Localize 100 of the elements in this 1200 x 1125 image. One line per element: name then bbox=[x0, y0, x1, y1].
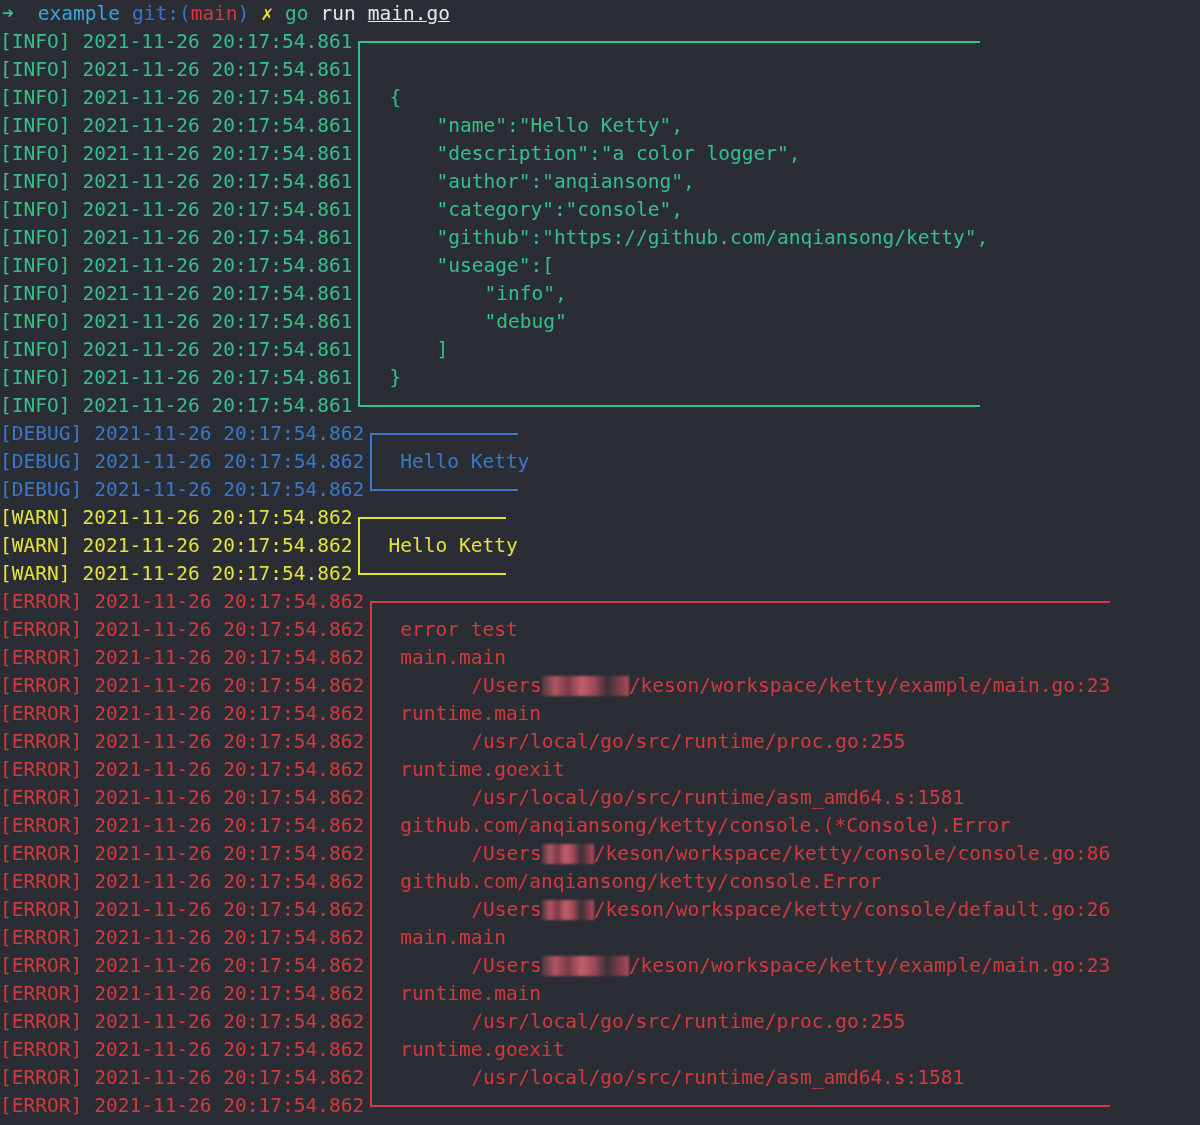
file-path: /Users bbox=[471, 673, 542, 699]
log-timestamp: 2021-11-26 20:17:54.862 bbox=[94, 953, 365, 979]
log-timestamp: 2021-11-26 20:17:54.862 bbox=[94, 785, 365, 811]
log-timestamp: 2021-11-26 20:17:54.862 bbox=[94, 757, 365, 783]
file-path: /Users bbox=[471, 953, 542, 979]
directory-name: example bbox=[37, 1, 120, 27]
file-path: /keson/workspace/ketty/console/console.go:86 bbox=[593, 841, 1111, 867]
log-message-line: Hello Ketty bbox=[388, 533, 518, 559]
command-argument: run bbox=[320, 1, 356, 27]
log-level-tag: [ERROR] bbox=[0, 812, 83, 840]
log-timestamp: 2021-11-26 20:17:54.862 bbox=[94, 925, 365, 951]
file-path: /keson/workspace/ketty/example/main.go:23 bbox=[628, 953, 1111, 979]
log-message-line: "name":"Hello Ketty", bbox=[436, 113, 684, 139]
log-timestamp: 2021-11-26 20:17:54.862 bbox=[94, 449, 365, 475]
log-level-tag: [INFO] bbox=[0, 392, 71, 420]
prompt-arrow: ➜ bbox=[2, 1, 14, 27]
log-level-tag: [INFO] bbox=[0, 56, 71, 84]
file-name: main.go bbox=[367, 1, 450, 27]
log-message-line: "debug" bbox=[484, 309, 567, 335]
log-level-tag: [WARN] bbox=[0, 504, 71, 532]
log-timestamp: 2021-11-26 20:17:54.861 bbox=[82, 281, 353, 307]
log-timestamp: 2021-11-26 20:17:54.861 bbox=[82, 113, 353, 139]
log-message-line: { bbox=[389, 85, 402, 111]
log-timestamp: 2021-11-26 20:17:54.862 bbox=[82, 505, 353, 531]
log-level-tag: [INFO] bbox=[0, 196, 71, 224]
log-timestamp: 2021-11-26 20:17:54.862 bbox=[94, 981, 365, 1007]
log-timestamp: 2021-11-26 20:17:54.861 bbox=[82, 29, 353, 55]
file-path: /usr/local/go/src/runtime/proc.go:255 bbox=[471, 729, 906, 755]
log-message-line: ] bbox=[436, 337, 449, 363]
log-timestamp: 2021-11-26 20:17:54.861 bbox=[82, 141, 353, 167]
log-level-tag: [ERROR] bbox=[0, 728, 83, 756]
log-timestamp: 2021-11-26 20:17:54.862 bbox=[82, 561, 353, 587]
log-timestamp: 2021-11-26 20:17:54.861 bbox=[82, 225, 353, 251]
log-timestamp: 2021-11-26 20:17:54.862 bbox=[94, 869, 365, 895]
log-level-tag: [ERROR] bbox=[0, 980, 83, 1008]
log-message-line: "info", bbox=[484, 281, 567, 307]
log-level-tag: [INFO] bbox=[0, 308, 71, 336]
log-level-tag: [ERROR] bbox=[0, 1064, 83, 1092]
command: go bbox=[285, 1, 309, 27]
log-timestamp: 2021-11-26 20:17:54.862 bbox=[94, 589, 365, 615]
log-timestamp: 2021-11-26 20:17:54.862 bbox=[94, 1009, 365, 1035]
log-level-tag: [ERROR] bbox=[0, 756, 83, 784]
log-message-line: "github":"https://github.com/anqiansong/ketty", bbox=[436, 225, 989, 251]
log-level-tag: [INFO] bbox=[0, 336, 71, 364]
log-timestamp: 2021-11-26 20:17:54.862 bbox=[94, 1037, 365, 1063]
log-message-line: } bbox=[389, 365, 402, 391]
log-timestamp: 2021-11-26 20:17:54.861 bbox=[82, 365, 353, 391]
log-timestamp: 2021-11-26 20:17:54.862 bbox=[94, 813, 365, 839]
log-level-tag: [ERROR] bbox=[0, 952, 83, 980]
file-path: /usr/local/go/src/runtime/asm_amd64.s:1581 bbox=[471, 1065, 965, 1091]
log-timestamp: 2021-11-26 20:17:54.862 bbox=[94, 645, 365, 671]
log-level-tag: [WARN] bbox=[0, 560, 71, 588]
log-timestamp: 2021-11-26 20:17:54.862 bbox=[94, 617, 365, 643]
log-timestamp: 2021-11-26 20:17:54.862 bbox=[94, 421, 365, 447]
log-message-line: runtime.goexit bbox=[400, 757, 565, 783]
log-level-tag: [ERROR] bbox=[0, 924, 83, 952]
log-message-line: main.main bbox=[400, 645, 506, 671]
log-message-line: main.main bbox=[400, 925, 506, 951]
log-level-tag: [ERROR] bbox=[0, 1092, 83, 1120]
log-timestamp: 2021-11-26 20:17:54.861 bbox=[82, 169, 353, 195]
file-path: /usr/local/go/src/runtime/proc.go:255 bbox=[471, 1009, 906, 1035]
log-level-tag: [DEBUG] bbox=[0, 448, 83, 476]
file-path: /Users bbox=[471, 841, 542, 867]
log-timestamp: 2021-11-26 20:17:54.861 bbox=[82, 253, 353, 279]
log-timestamp: 2021-11-26 20:17:54.862 bbox=[94, 701, 365, 727]
branch-name: main bbox=[190, 1, 238, 27]
log-timestamp: 2021-11-26 20:17:54.861 bbox=[82, 337, 353, 363]
log-timestamp: 2021-11-26 20:17:54.861 bbox=[82, 197, 353, 223]
log-timestamp: 2021-11-26 20:17:54.861 bbox=[82, 393, 353, 419]
log-message-line: github.com/anqiansong/ketty/console.Error bbox=[400, 869, 882, 895]
log-message-line: Hello Ketty bbox=[400, 449, 530, 475]
log-level-tag: [ERROR] bbox=[0, 1036, 83, 1064]
log-timestamp: 2021-11-26 20:17:54.862 bbox=[82, 533, 353, 559]
log-level-tag: [ERROR] bbox=[0, 588, 83, 616]
file-path: /keson/workspace/ketty/example/main.go:23 bbox=[628, 673, 1111, 699]
file-path: /usr/local/go/src/runtime/asm_amd64.s:1581 bbox=[471, 785, 965, 811]
log-level-tag: [DEBUG] bbox=[0, 476, 83, 504]
log-timestamp: 2021-11-26 20:17:54.862 bbox=[94, 841, 365, 867]
log-level-tag: [DEBUG] bbox=[0, 420, 83, 448]
log-message-line: runtime.goexit bbox=[400, 1037, 565, 1063]
log-level-tag: [INFO] bbox=[0, 140, 71, 168]
log-message-line: runtime.main bbox=[400, 981, 542, 1007]
log-message-line: error test bbox=[400, 617, 518, 643]
log-timestamp: 2021-11-26 20:17:54.861 bbox=[82, 309, 353, 335]
log-level-tag: [INFO] bbox=[0, 84, 71, 112]
log-level-tag: [ERROR] bbox=[0, 868, 83, 896]
log-level-tag: [ERROR] bbox=[0, 1008, 83, 1036]
git-label: ) bbox=[237, 1, 250, 27]
log-level-tag: [INFO] bbox=[0, 252, 71, 280]
log-level-tag: [INFO] bbox=[0, 28, 71, 56]
log-timestamp: 2021-11-26 20:17:54.861 bbox=[82, 85, 353, 111]
log-level-tag: [ERROR] bbox=[0, 644, 83, 672]
dirty-mark: ✗ bbox=[261, 1, 274, 27]
log-message-line: "category":"console", bbox=[436, 197, 684, 223]
log-level-tag: [ERROR] bbox=[0, 840, 83, 868]
log-timestamp: 2021-11-26 20:17:54.861 bbox=[82, 57, 353, 83]
log-timestamp: 2021-11-26 20:17:54.862 bbox=[94, 729, 365, 755]
log-message-line: "useage":[ bbox=[436, 253, 554, 279]
log-level-tag: [ERROR] bbox=[0, 896, 83, 924]
log-level-tag: [INFO] bbox=[0, 280, 71, 308]
